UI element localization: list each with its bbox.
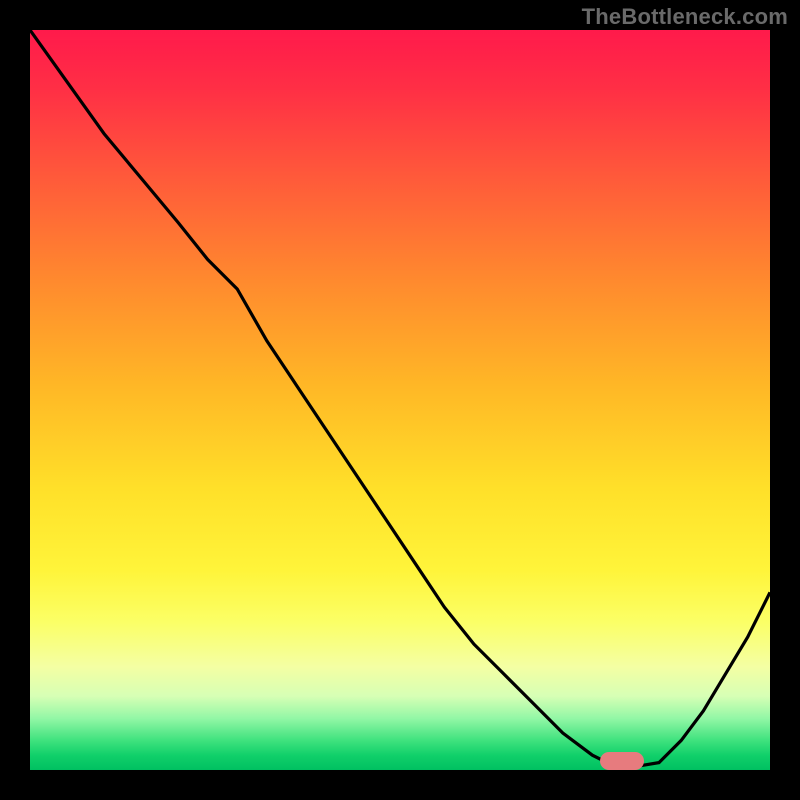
bottleneck-curve	[30, 30, 770, 766]
chart-frame: TheBottleneck.com	[0, 0, 800, 800]
watermark-text: TheBottleneck.com	[582, 4, 788, 30]
optimal-marker	[600, 752, 644, 770]
curve-overlay	[30, 30, 770, 770]
plot-area	[30, 30, 770, 770]
